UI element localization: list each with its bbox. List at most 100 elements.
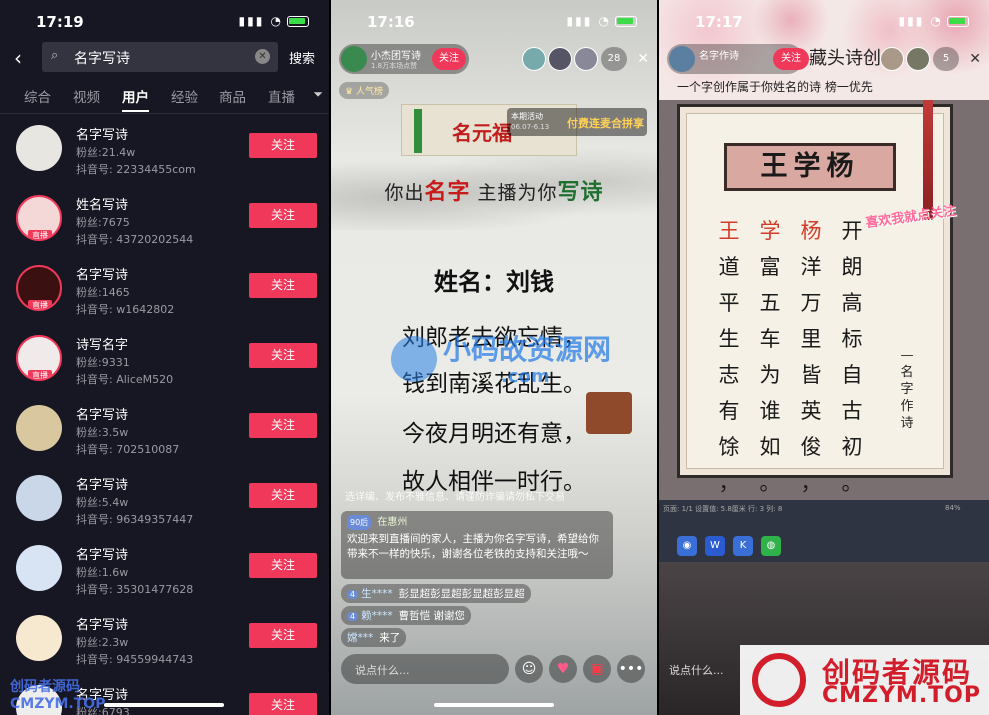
viewer-avatar[interactable] — [522, 47, 546, 71]
viewer-avatars[interactable]: 28 — [520, 47, 627, 71]
poem-char: ， — [800, 471, 822, 495]
host-avatar[interactable] — [669, 46, 695, 72]
user-avatar[interactable]: 直播 — [16, 335, 62, 381]
tab-products[interactable]: 商品 — [219, 86, 246, 106]
user-list-item[interactable]: 名字写诗 粉丝:3.5w 抖音号: 702510087 关注 — [0, 396, 329, 464]
home-indicator[interactable] — [104, 703, 224, 707]
poem-char: 自 — [841, 363, 863, 387]
app-icon[interactable]: K — [733, 536, 753, 556]
chat-user[interactable]: 嫦*** — [347, 632, 373, 644]
location-tag: 在惠州 — [377, 517, 408, 528]
clear-icon[interactable]: ✕ — [255, 49, 270, 64]
user-avatar[interactable]: 直播 — [16, 265, 62, 311]
user-name: 名字写诗 — [76, 548, 129, 563]
follow-button[interactable]: 关注 — [249, 343, 317, 368]
user-search-screen: 17:19 ▮▮▮ ◔ ‹ ⌕ 名字写诗 ✕ 搜索 综合 视频 用户 经验 商品… — [0, 0, 329, 715]
status-time: 17:16 — [367, 13, 415, 31]
follow-button[interactable]: 关注 — [249, 203, 317, 228]
user-list-item[interactable]: 名字写诗 粉丝:2.3w 抖音号: 94559944743 关注 — [0, 606, 329, 674]
viewer-avatar[interactable] — [548, 47, 572, 71]
tab-video[interactable]: 视频 — [73, 86, 100, 106]
viewer-avatars[interactable]: 5 — [878, 47, 959, 71]
follow-button[interactable]: 关注 — [249, 133, 317, 158]
host-card[interactable]: 小杰团写诗 1.8万本场点赞 关注 — [339, 44, 469, 74]
viewer-count[interactable]: 5 — [933, 47, 959, 71]
close-icon[interactable]: ✕ — [637, 51, 649, 67]
search-input[interactable]: ⌕ 名字写诗 ✕ — [42, 42, 278, 72]
name-title: 王学杨 — [760, 151, 860, 182]
follow-button[interactable]: 关注 — [249, 693, 317, 715]
viewer-avatar[interactable] — [880, 47, 904, 71]
poem-char: 俊 — [800, 435, 822, 459]
slogan-highlight: 写诗 — [557, 179, 604, 205]
tab-users[interactable]: 用户 — [122, 86, 149, 112]
tab-live[interactable]: 直播 — [268, 86, 295, 106]
follow-button[interactable]: 关注 — [249, 623, 317, 648]
viewer-count[interactable]: 28 — [601, 47, 627, 71]
follow-button[interactable]: 关注 — [249, 273, 317, 298]
poem-char: 初 — [841, 435, 863, 459]
poem-column: 杨洋万里皆英俊 ， — [798, 213, 824, 501]
name-title-box: 王学杨 — [724, 143, 896, 191]
search-query[interactable]: 名字写诗 — [74, 48, 130, 68]
user-list-item[interactable]: 名字写诗 粉丝:5.4w 抖音号: 96349357447 关注 — [0, 466, 329, 534]
viewer-avatar[interactable] — [906, 47, 930, 71]
comment-input[interactable]: 说点什么... — [669, 654, 743, 684]
user-list-item[interactable]: 直播 姓名写诗 粉丝:7675 抖音号: 43720202544 关注 — [0, 186, 329, 254]
tab-comprehensive[interactable]: 综合 — [24, 86, 51, 106]
gift-icon[interactable]: ▣ — [583, 655, 611, 683]
user-list-item[interactable]: 名字写诗 粉丝:21.4w 抖音号: 22334455com 关注 — [0, 116, 329, 184]
poem-char: 里 — [800, 327, 822, 351]
follow-host-button[interactable]: 关注 — [432, 48, 466, 70]
chat-user[interactable]: 赖**** — [361, 610, 393, 622]
promo-card[interactable]: 本期活动 06.07-6.13 付费连麦合拼享 — [507, 108, 647, 136]
poem-char: 王 — [718, 219, 740, 243]
follow-host-button[interactable]: 关注 — [773, 48, 809, 70]
computer-taskbar: 页面: 1/1 设置值: 5.8厘米 行: 3 列: 8 84% ◉ W K ◍ — [659, 500, 989, 562]
user-list-item[interactable]: 直播 诗写名字 粉丝:9331 抖音号: AliceM520 关注 — [0, 326, 329, 394]
user-fans: 粉丝:21.4w — [76, 146, 136, 159]
promo-label: 本期活动 — [511, 112, 543, 121]
search-button[interactable]: 搜索 — [289, 48, 315, 67]
app-icon[interactable]: ◉ — [677, 536, 697, 556]
user-avatar[interactable] — [16, 405, 62, 451]
word-app-icon[interactable]: W — [705, 536, 725, 556]
live-badge: 直播 — [28, 230, 52, 239]
user-fans: 粉丝:3.5w — [76, 426, 129, 439]
viewer-avatar[interactable] — [574, 47, 598, 71]
user-avatar[interactable] — [16, 475, 62, 521]
home-indicator[interactable] — [434, 703, 554, 707]
host-likes: 1.8万本场点赞 — [371, 62, 418, 70]
back-icon[interactable]: ‹ — [14, 46, 22, 70]
popularity-rank[interactable]: ♛ 人气榜 — [339, 82, 389, 99]
tab-experience[interactable]: 经验 — [171, 86, 198, 106]
user-avatar[interactable] — [16, 615, 62, 661]
host-card[interactable]: 名字作诗 关注 — [667, 44, 809, 74]
more-icon[interactable]: ••• — [617, 655, 645, 683]
like-icon[interactable]: ♥ — [549, 655, 577, 683]
wechat-icon[interactable]: ◍ — [761, 536, 781, 556]
poem-char: 开 — [841, 219, 863, 243]
poem-char: 学 — [759, 219, 781, 243]
emoji-icon[interactable]: ☺ — [515, 655, 543, 683]
poem-char: 道 — [718, 255, 740, 279]
user-id: 抖音号: w1642802 — [76, 303, 175, 316]
follow-button[interactable]: 关注 — [249, 483, 317, 508]
user-avatar[interactable] — [16, 125, 62, 171]
user-avatar[interactable] — [16, 545, 62, 591]
comment-input[interactable]: 说点什么... — [341, 654, 509, 684]
welcome-message: 90后 在惠州 欢迎来到直播间的家人，主播为你名字写诗，希望给你带来不一样的快乐… — [341, 511, 613, 579]
chat-user[interactable]: 生**** — [361, 588, 393, 600]
user-id: 抖音号: 22334455com — [76, 163, 196, 176]
filter-icon[interactable]: ⏷ — [313, 87, 323, 102]
follow-button[interactable]: 关注 — [249, 553, 317, 578]
poem-char: 馀 — [718, 435, 740, 459]
follow-button[interactable]: 关注 — [249, 413, 317, 438]
user-list-item[interactable]: 名字写诗 粉丝:1.6w 抖音号: 35301477628 关注 — [0, 536, 329, 604]
poem-char: 五 — [759, 291, 781, 315]
close-icon[interactable]: ✕ — [969, 51, 981, 67]
host-avatar[interactable] — [341, 46, 367, 72]
user-avatar[interactable]: 直播 — [16, 195, 62, 241]
user-list-item[interactable]: 直播 名字写诗 粉丝:1465 抖音号: w1642802 关注 — [0, 256, 329, 324]
signal-wifi-icon: ▮▮▮ ◔ — [239, 14, 309, 28]
